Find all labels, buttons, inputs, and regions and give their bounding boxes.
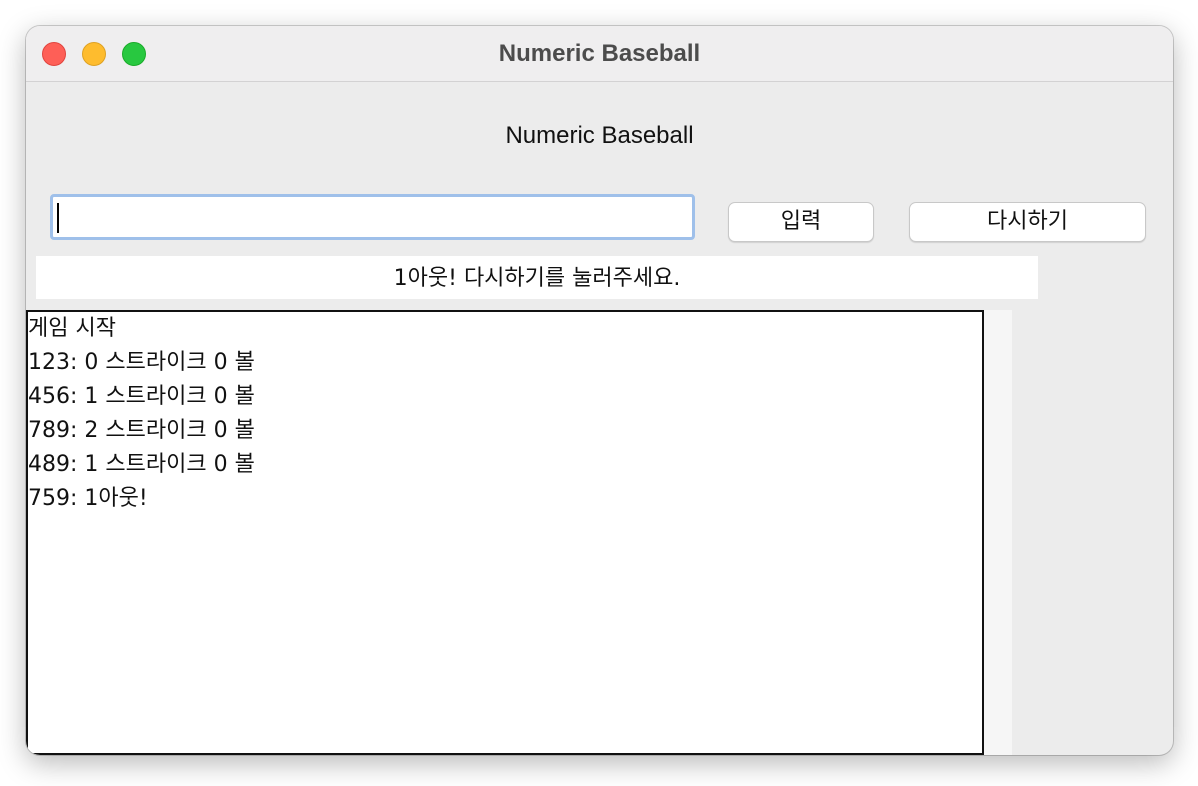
game-log[interactable]: 게임 시작 123: 0 스트라이크 0 볼 456: 1 스트라이크 0 볼 … bbox=[26, 310, 984, 755]
title-bar: Numeric Baseball bbox=[26, 26, 1173, 82]
log-line: 489: 1 스트라이크 0 볼 bbox=[28, 452, 255, 477]
restart-button[interactable]: 다시하기 bbox=[909, 202, 1146, 242]
log-line: 789: 2 스트라이크 0 볼 bbox=[28, 418, 255, 443]
guess-input[interactable] bbox=[50, 194, 695, 240]
window-title: Numeric Baseball bbox=[498, 40, 701, 67]
app-window: Numeric Baseball Numeric Baseball 입력 다시하… bbox=[26, 26, 1173, 755]
log-line: 123: 0 스트라이크 0 볼 bbox=[28, 350, 255, 375]
app-heading: Numeric Baseball bbox=[505, 122, 694, 149]
log-scrollbar[interactable] bbox=[984, 310, 1012, 755]
status-message: 1아웃! 다시하기를 눌러주세요. bbox=[36, 256, 1038, 299]
log-line: 759: 1아웃! bbox=[28, 486, 148, 511]
log-line: 456: 1 스트라이크 0 볼 bbox=[28, 384, 255, 409]
log-line: 게임 시작 bbox=[28, 316, 116, 341]
submit-button[interactable]: 입력 bbox=[728, 202, 874, 242]
text-caret bbox=[57, 203, 59, 233]
